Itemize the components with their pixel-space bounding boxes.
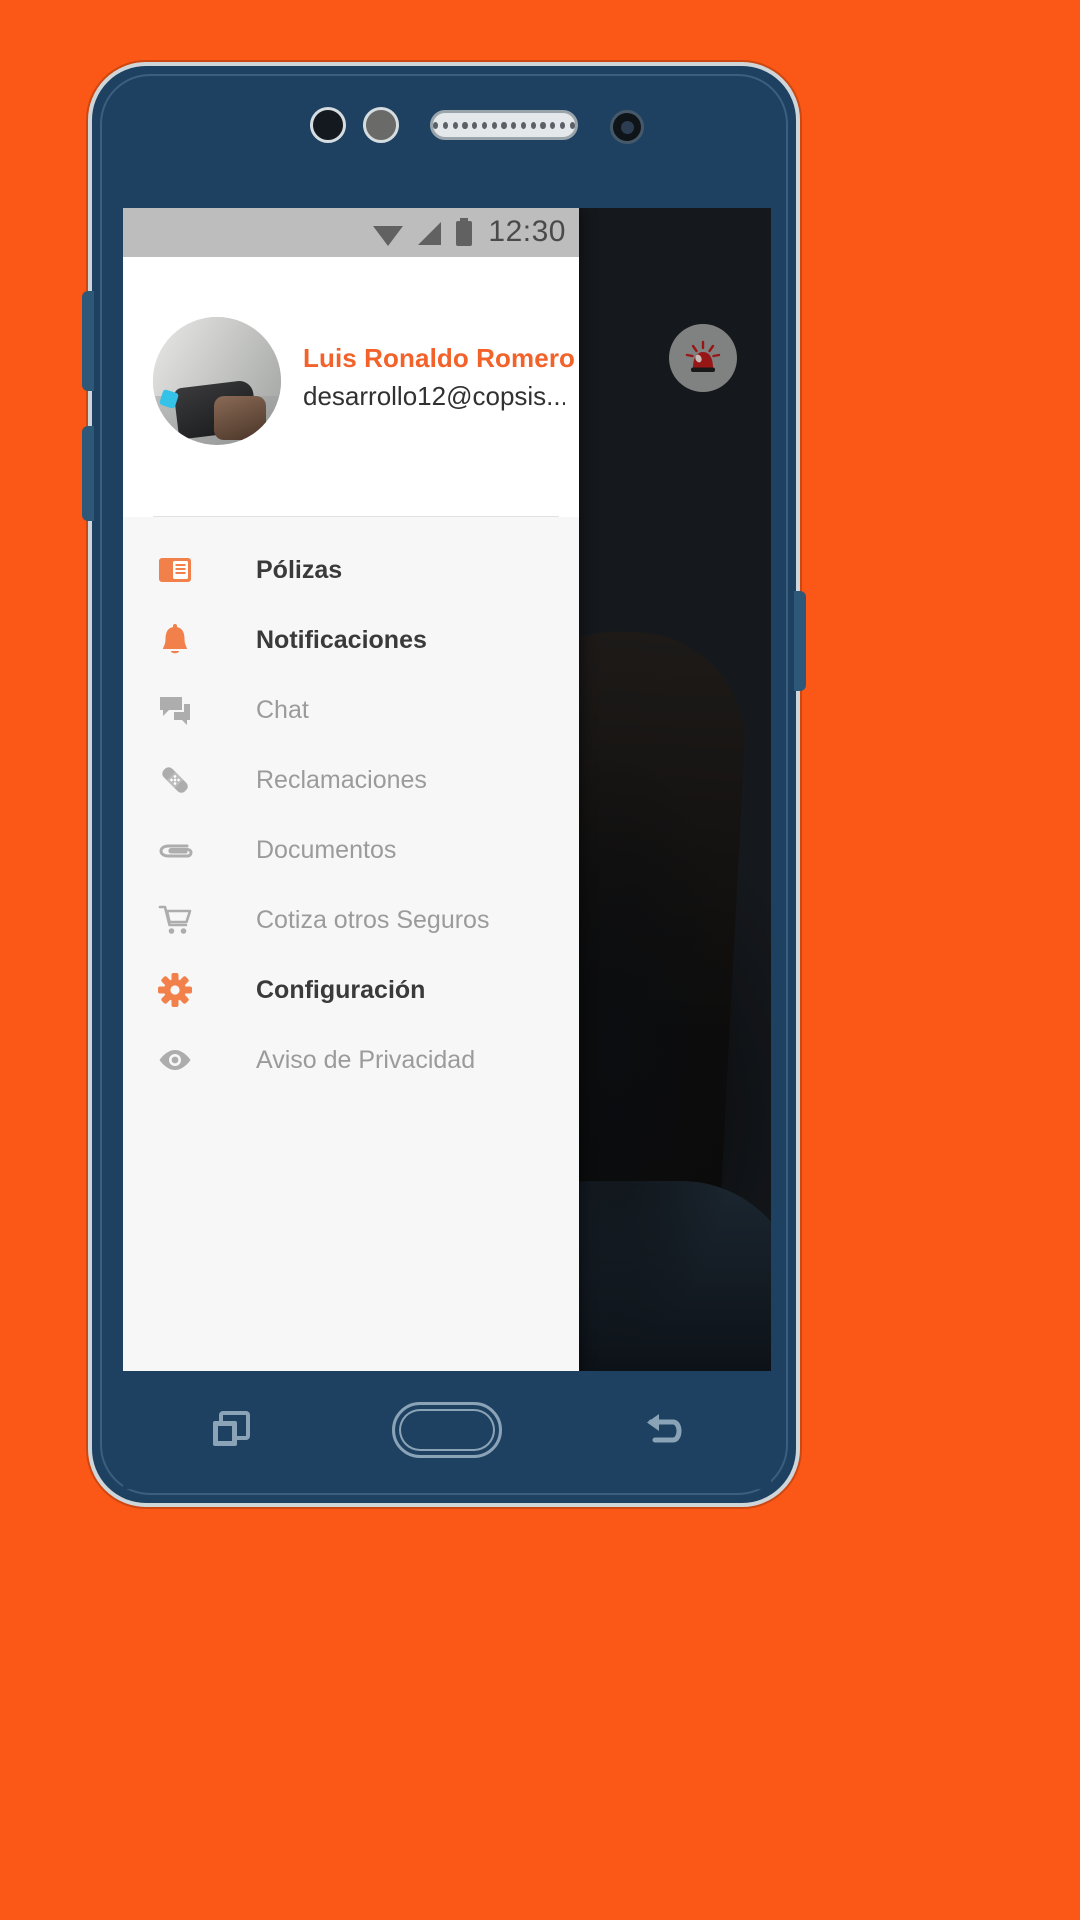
home-pill-icon: [392, 1402, 502, 1458]
emergency-button[interactable]: [669, 324, 737, 392]
phone-screen: ZAS: [123, 208, 771, 1371]
system-navigation-bar: [123, 1371, 771, 1489]
side-button-right[interactable]: [794, 591, 806, 691]
policy-card-icon: [153, 548, 197, 592]
phone-device: ZAS: [82, 62, 806, 1507]
menu-item-chat[interactable]: Chat: [123, 675, 579, 745]
phone-top-hardware: [92, 104, 796, 146]
menu-item-label: Chat: [256, 695, 309, 724]
user-email: desarrollo12@copsis....: [303, 381, 565, 411]
status-bar-time: 12:30: [488, 214, 566, 248]
menu-item-label: Notificaciones: [256, 625, 427, 654]
back-arrow-icon: [647, 1414, 682, 1443]
drawer-menu-list: Pólizas Notificaciones Chat Reclamacione…: [123, 517, 579, 1371]
home-button[interactable]: [392, 1385, 502, 1475]
menu-item-label: Aviso de Privacidad: [256, 1045, 476, 1074]
user-name: Luis Ronaldo Romero: [303, 343, 576, 373]
volume-button[interactable]: [82, 291, 94, 391]
power-button[interactable]: [82, 426, 94, 521]
proximity-sensor-icon: [310, 107, 346, 143]
shopping-cart-icon: [153, 898, 197, 942]
recents-squares-icon: [213, 1411, 250, 1446]
wifi-icon: [373, 225, 404, 246]
menu-item-label: Configuración: [256, 975, 426, 1004]
cellular-signal-icon: [418, 221, 442, 245]
bell-icon: [153, 618, 197, 662]
menu-item-label: Reclamaciones: [256, 765, 427, 794]
user-avatar[interactable]: [153, 317, 281, 445]
paperclip-icon: [153, 828, 197, 872]
navigation-drawer: 12:30 Luis Ronaldo Romero desarrollo12@c…: [123, 208, 579, 1371]
gear-icon: [153, 968, 197, 1012]
menu-item-notificaciones[interactable]: Notificaciones: [123, 605, 579, 675]
earpiece-speaker-icon: [430, 110, 578, 140]
light-sensor-icon: [363, 107, 399, 143]
chat-bubbles-icon: [153, 688, 197, 732]
menu-item-label: Cotiza otros Seguros: [256, 905, 490, 934]
battery-icon: [456, 218, 473, 246]
drawer-header[interactable]: Luis Ronaldo Romero desarrollo12@copsis.…: [123, 257, 579, 517]
front-camera-icon: [610, 110, 644, 144]
back-button[interactable]: [608, 1385, 718, 1475]
menu-item-documentos[interactable]: Documentos: [123, 815, 579, 885]
menu-item-label: Documentos: [256, 835, 397, 864]
bandage-icon: [153, 758, 197, 802]
menu-item-cotiza-otros-seguros[interactable]: Cotiza otros Seguros: [123, 885, 579, 955]
menu-item-label: Pólizas: [256, 555, 343, 584]
status-bar: 12:30: [123, 208, 579, 257]
header-divider: [153, 516, 559, 517]
eye-icon: [153, 1038, 197, 1082]
menu-item-configuracion[interactable]: Configuración: [123, 955, 579, 1025]
recents-button[interactable]: [176, 1385, 286, 1475]
menu-item-polizas[interactable]: Pólizas: [123, 535, 579, 605]
menu-item-reclamaciones[interactable]: Reclamaciones: [123, 745, 579, 815]
emergency-siren-icon: [685, 340, 721, 372]
menu-item-aviso-de-privacidad[interactable]: Aviso de Privacidad: [123, 1025, 579, 1095]
